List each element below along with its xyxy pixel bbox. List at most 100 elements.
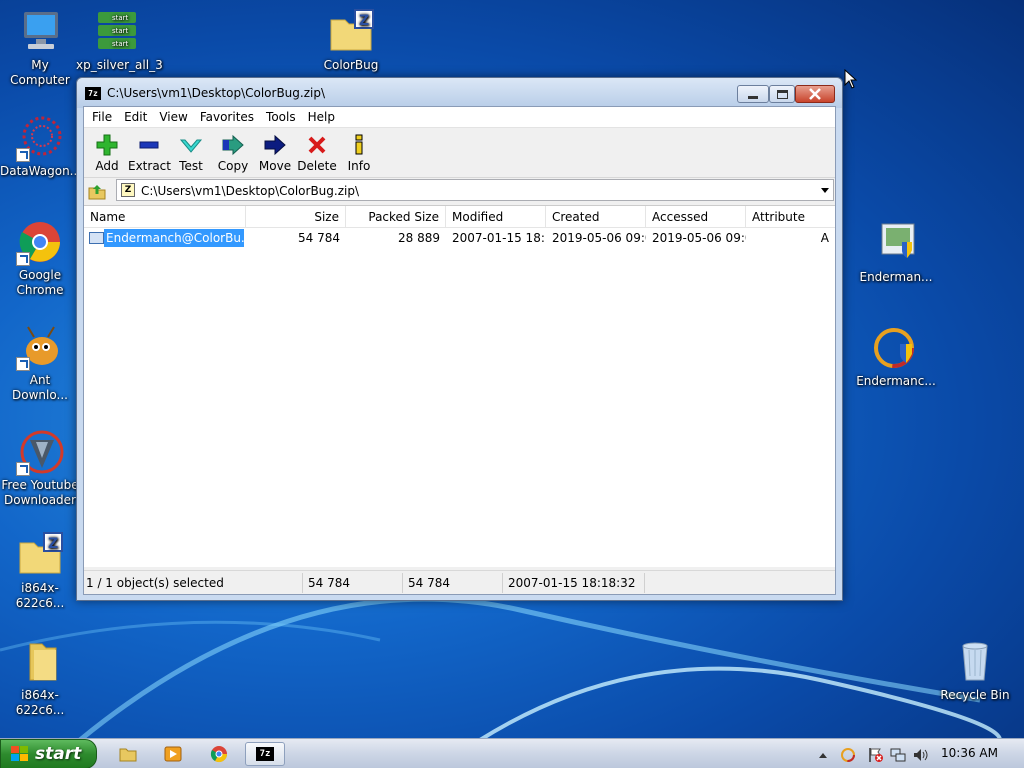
maximize-button[interactable] [769,85,795,103]
desktop-icon-enderman-1[interactable]: Enderman... [856,220,936,285]
file-accessed: 2019-05-06 09:02 [652,231,746,245]
copy-button[interactable]: Copy [212,128,254,177]
show-hidden-icons-icon[interactable] [818,751,828,759]
menu-edit[interactable]: Edit [118,110,153,124]
address-bar[interactable]: Z C:\Users\vm1\Desktop\ColorBug.zip\ [116,179,834,201]
add-button[interactable]: Add [86,128,128,177]
folder-icon [16,638,64,686]
extract-button[interactable]: Extract [128,128,171,177]
up-folder-icon [88,185,106,200]
archive-window: 7z C:\Users\vm1\Desktop\ColorBug.zip\ Fi… [76,77,843,601]
close-icon [809,88,821,100]
start-buttons-icon: start start start [92,8,140,56]
test-button[interactable]: Test [170,128,212,177]
move-arrow-icon [264,134,286,156]
status-packed: 54 784 [408,576,450,590]
column-accessed[interactable]: Accessed [646,206,746,228]
recycle-bin-icon [951,638,999,686]
taskbar: start 7z 10:36 AM [0,738,1024,768]
column-name[interactable]: Name [84,206,246,228]
colorbug-tray-icon[interactable] [840,747,856,763]
zip-folder-icon: Z [327,8,375,56]
network-icon[interactable] [890,747,906,763]
status-divider [644,573,645,593]
menu-favorites[interactable]: Favorites [194,110,260,124]
chevron-down-icon[interactable] [821,188,829,193]
desktop-icon-label: Google Chrome [16,268,64,297]
desktop-icon-label: xp_silver_all_3 [76,58,163,72]
menu-help[interactable]: Help [302,110,341,124]
shortcut-arrow-icon [16,357,30,371]
column-created[interactable]: Created [546,206,646,228]
desktop-icon-xp-silver[interactable]: start start start xp_silver_all_3 [76,8,163,73]
desktop-icon-datawagon[interactable]: DataWagon... [0,114,81,179]
file-packed-size: 28 889 [398,231,440,245]
info-button[interactable]: Info [338,128,380,177]
x-icon [308,136,326,154]
desktop-icon-colorbug[interactable]: Z ColorBug [311,8,391,73]
desktop-icon-label: Endermanc... [856,374,936,388]
plus-icon [96,134,118,156]
7zip-app-icon: 7z [256,747,274,761]
minimize-button[interactable] [737,85,769,103]
copy-label: Copy [217,159,249,173]
move-button[interactable]: Move [254,128,296,177]
delete-button[interactable]: Delete [296,128,338,177]
ant-icon [16,323,64,371]
table-row[interactable]: Endermanch@ColorBu... 54 784 28 889 2007… [84,229,835,247]
desktop-icon-free-youtube-downloader[interactable]: Free Youtube Downloader [0,428,80,508]
desktop-icon-i864x-folder[interactable]: i864x-622c6... [0,638,80,718]
file-name[interactable]: Endermanch@ColorBu... [104,229,244,247]
desktop-icon-i864x-zip[interactable]: Z i864x-622c6... [0,531,80,611]
computer-icon [16,8,64,56]
7zip-app-icon: 7z [85,87,101,100]
close-button[interactable] [795,85,835,103]
desktop-icon-my-computer[interactable]: My Computer [0,8,80,88]
desktop-icon-google-chrome[interactable]: Google Chrome [0,218,80,298]
status-divider [402,573,403,593]
chrome-icon [210,746,228,763]
taskbar-explorer[interactable] [108,742,148,766]
column-modified[interactable]: Modified [446,206,546,228]
start-button[interactable]: start [0,739,97,768]
window-title: C:\Users\vm1\Desktop\ColorBug.zip\ [107,86,326,100]
svg-text:start: start [112,27,129,35]
window-client-area: File Edit View Favorites Tools Help Add … [83,106,836,595]
address-row: Z C:\Users\vm1\Desktop\ColorBug.zip\ [84,178,835,203]
title-bar[interactable]: 7z C:\Users\vm1\Desktop\ColorBug.zip\ [77,78,842,108]
column-attribute[interactable]: Attribute [746,206,835,228]
column-header-row: Name Size Packed Size Modified Created A… [84,206,835,228]
desktop-icon-ant-downloader[interactable]: Ant Downlo... [0,323,80,403]
shortcut-arrow-icon [16,462,30,476]
menu-view[interactable]: View [153,110,193,124]
menu-tools[interactable]: Tools [260,110,302,124]
taskbar-7zip[interactable]: 7z [245,742,285,766]
installer-shield-icon [872,220,920,268]
menu-file[interactable]: File [86,110,118,124]
folder-icon [119,748,137,762]
desktop-icon-label: Enderman... [859,270,933,284]
column-size[interactable]: Size [246,206,346,228]
minus-icon [139,141,159,149]
desktop-icon-label: My Computer [10,58,70,87]
desktop-icon-recycle-bin[interactable]: Recycle Bin [935,638,1015,703]
zip-folder-icon: Z [16,531,64,579]
move-label: Move [258,159,292,173]
up-folder-button[interactable] [87,182,107,200]
desktop-icon-label: Free Youtube Downloader [1,478,79,507]
desktop-icon-enderman-2[interactable]: Endermanc... [856,324,936,389]
check-icon [179,139,203,153]
shortcut-arrow-icon [16,252,30,266]
start-label: start [35,744,82,764]
mouse-cursor-icon [844,69,858,89]
taskbar-chrome[interactable] [199,742,239,766]
clock[interactable]: 10:36 AM [941,746,998,760]
taskbar-media-player[interactable] [153,742,193,766]
volume-icon[interactable] [912,747,928,763]
status-divider [502,573,503,593]
action-center-icon[interactable] [868,747,884,763]
column-packed-size[interactable]: Packed Size [346,206,446,228]
svg-text:Z: Z [48,536,58,552]
file-modified: 2007-01-15 18:18 [452,231,546,245]
windows-flag-icon [11,746,28,761]
